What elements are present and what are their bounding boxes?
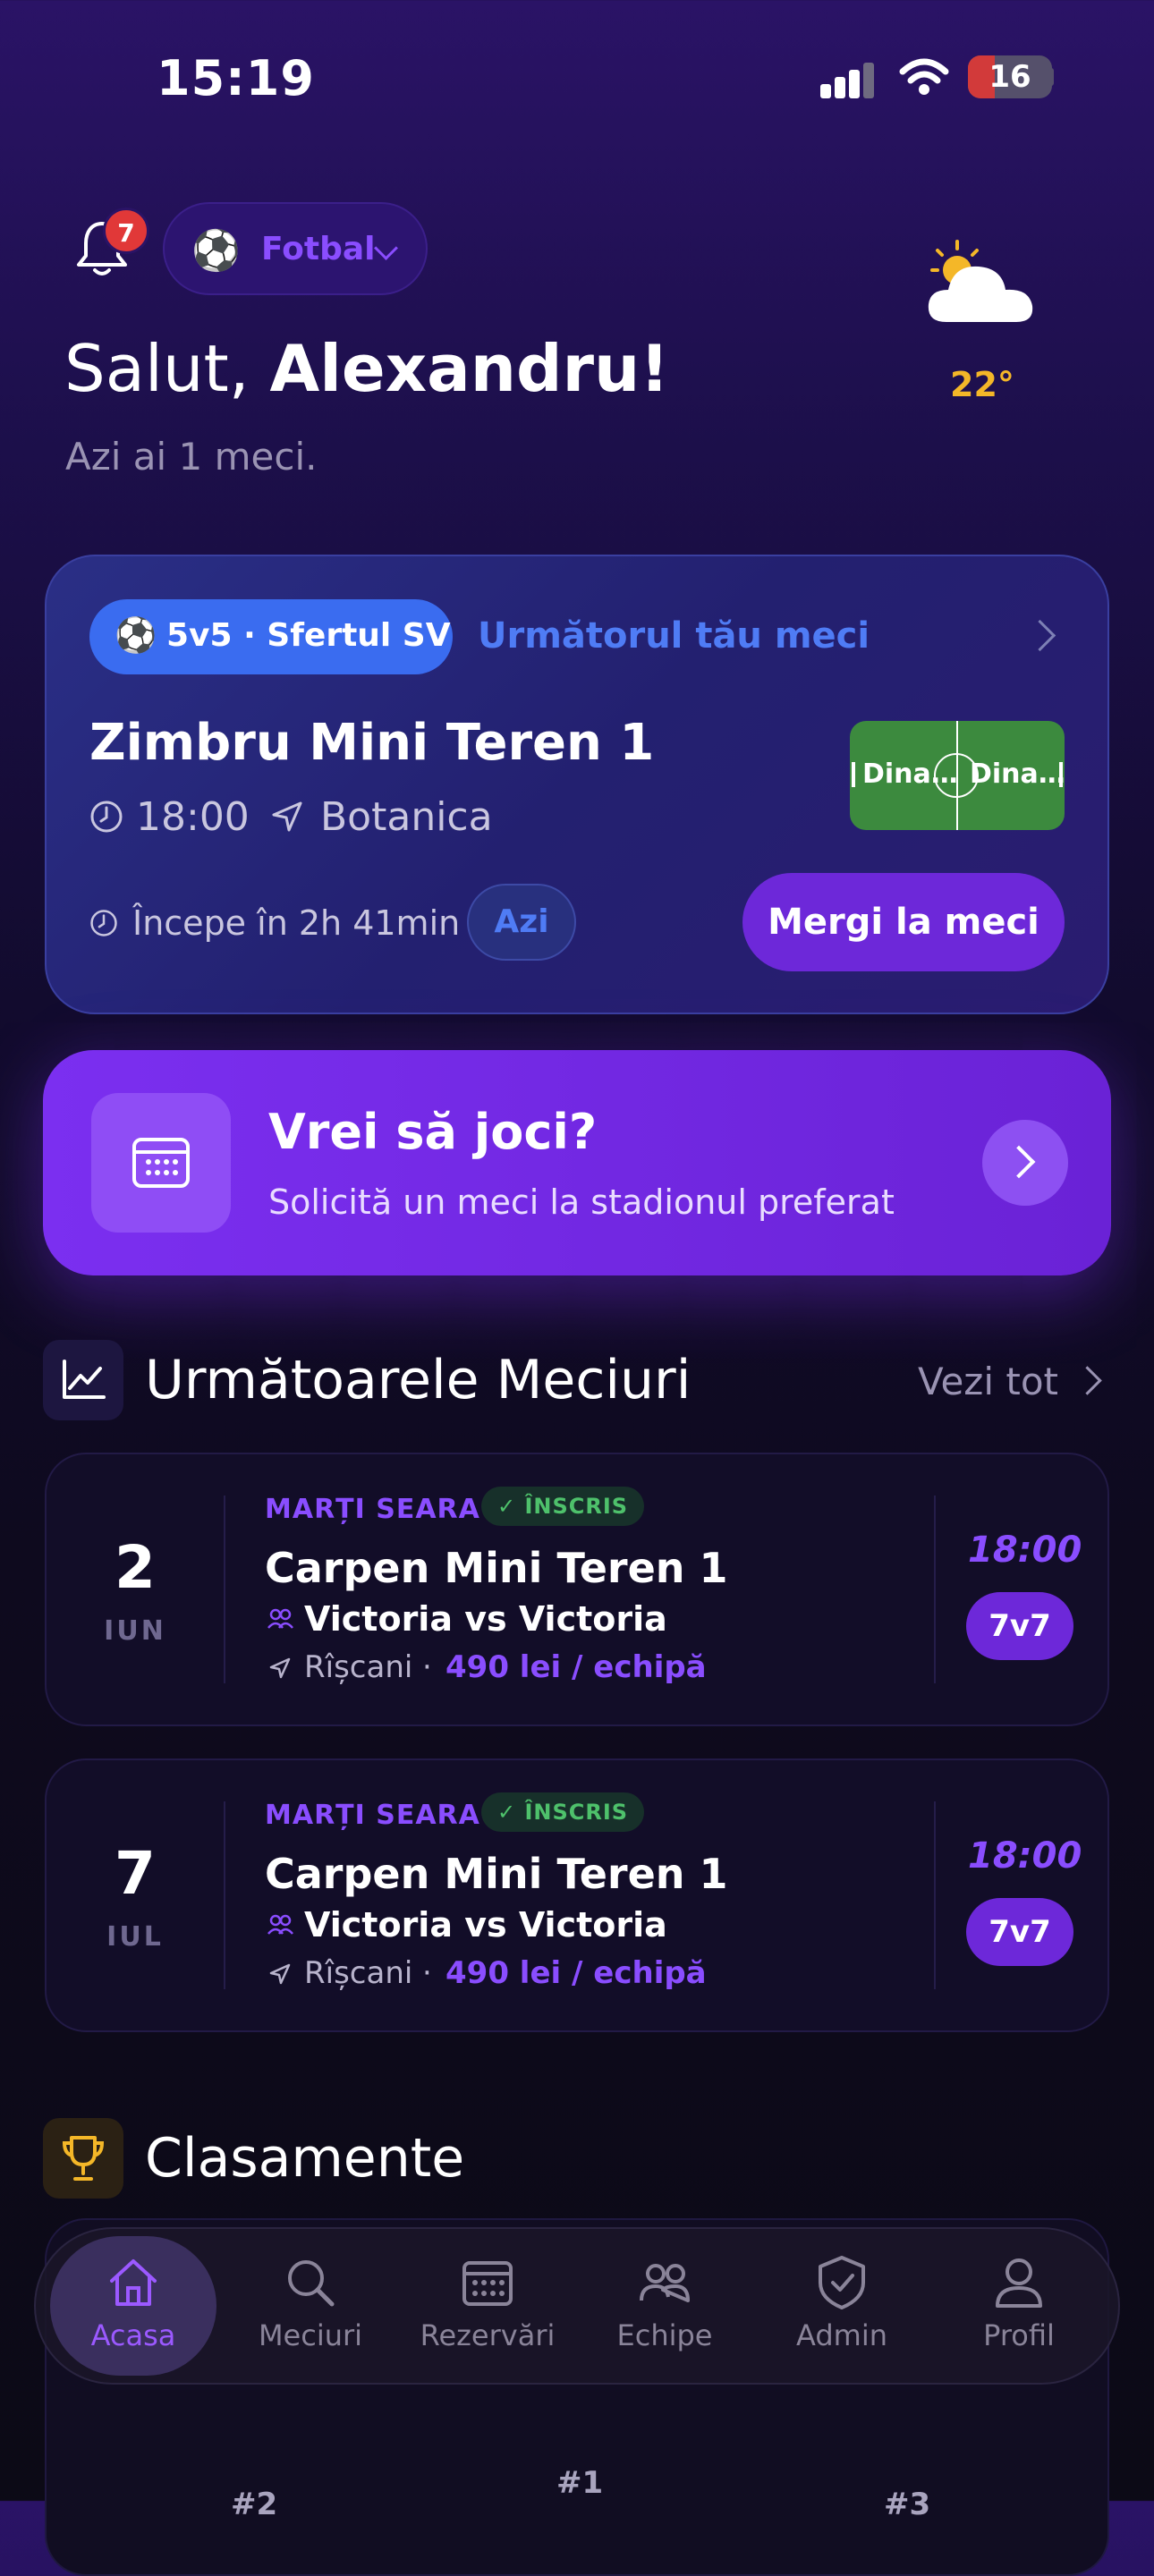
greeting-prefix: Salut, [64,331,270,406]
user-icon [996,2258,1042,2308]
match-location: Rîșcani [304,1649,413,1685]
tab-label: Acasa [90,2318,176,2352]
location-arrow-icon [272,801,302,832]
people-icon [267,1608,293,1629]
match-day: 7 [115,1839,156,1908]
rank-label: #2 [231,2487,278,2522]
rank-label: #1 [556,2465,604,2501]
soccer-ball-icon: ⚽ [191,228,241,274]
next-match-time: 18:00 [136,794,250,840]
match-hour: 18:00 [968,1835,1082,1877]
match-format-badge: 7v7 [966,1592,1073,1660]
sport-label: Fotbal [261,231,376,267]
tab-matches[interactable]: Meciuri [227,2236,394,2376]
soccer-ball-icon: ⚽ [115,615,157,655]
match-card[interactable]: 2 IUN MARȚI SEARA ✓ ÎNSCRIS Carpen Mini … [45,1453,1109,1726]
calendar-icon [462,2261,513,2306]
go-to-match-button[interactable]: Mergi la meci [742,873,1065,971]
tab-home[interactable]: Acasa [50,2236,216,2376]
location-arrow-icon [269,1963,291,1985]
greeting-subtitle: Azi ai 1 meci. [65,435,318,479]
match-format-badge: 7v7 [966,1898,1073,1966]
match-price: 490 lei / echipă [445,1955,707,1991]
notification-badge: 7 [103,208,149,254]
match-venue: Carpen Mini Teren 1 [265,1544,728,1592]
team-right: Dina… [970,758,1065,790]
wifi-icon [899,58,949,95]
registered-badge: ✓ ÎNSCRIS [481,1487,645,1526]
today-badge: Azi [467,884,576,961]
match-card[interactable]: 7 IUL MARȚI SEARA ✓ ÎNSCRIS Carpen Mini … [45,1758,1109,2032]
chevron-down-icon [374,236,398,260]
match-venue: Carpen Mini Teren 1 [265,1850,728,1898]
match-when: MARȚI SEARA [265,1800,480,1831]
clock-icon [90,910,117,936]
tab-teams[interactable]: Echipe [581,2236,748,2376]
chevron-right-icon[interactable] [1073,1366,1102,1395]
tab-label: Admin [796,2318,887,2352]
calendar-icon [132,1138,190,1188]
next-match-label: Următorul tău meci [478,615,870,657]
next-match-venue: Zimbru Mini Teren 1 [89,714,655,772]
location-arrow-icon [269,1657,291,1679]
shield-icon [819,2256,865,2309]
section-icon-box [43,2118,123,2199]
match-month: IUN [104,1615,166,1647]
match-month: IUL [106,1921,164,1953]
match-type-label: 5v5 · Sfertul SV [166,617,451,654]
match-day: 2 [115,1533,156,1602]
cta-title: Vrei să joci? [268,1104,598,1160]
match-type-pill: ⚽ 5v5 · Sfertul SV [89,599,453,674]
tab-label: Meciuri [258,2318,363,2352]
greeting-name: Alexandru! [269,331,670,406]
home-icon [110,2259,157,2306]
rank-label: #3 [884,2487,931,2522]
tab-label: Echipe [616,2318,713,2352]
tab-label: Profil [983,2318,1055,2352]
match-hour: 18:00 [968,1530,1082,1571]
match-price: 490 lei / echipă [445,1649,707,1685]
trophy-icon [62,2136,105,2181]
pitch-thumbnail: Dina… Dina… [850,721,1065,830]
team-left: Dina… [862,758,958,790]
search-icon [288,2260,335,2307]
tab-admin[interactable]: Admin [759,2236,925,2376]
battery-level: 16 [989,59,1031,95]
cta-arrow-button[interactable] [982,1120,1068,1206]
battery-indicator: 16 [968,55,1052,98]
partly-cloudy-icon [928,240,1033,322]
battery-cap [1048,68,1054,86]
standings-title: Clasamente [145,2127,465,2190]
registered-badge: ✓ ÎNSCRIS [481,1792,645,1832]
next-match-location: Botanica [320,794,493,840]
match-when: MARȚI SEARA [265,1494,480,1525]
match-teams: Victoria vs Victoria [304,1599,667,1639]
match-teams: Victoria vs Victoria [304,1905,667,1945]
cta-subtitle: Solicită un meci la stadionul preferat [268,1182,895,1222]
see-all-link[interactable]: Vezi tot [918,1360,1058,1403]
separator-dot: · [422,1649,432,1685]
people-icon [267,1914,293,1935]
greeting: Salut, Alexandru! [64,331,669,406]
status-time: 15:19 [157,50,315,106]
team-icon [640,2264,690,2302]
sport-selector[interactable]: ⚽ Fotbal [163,202,428,295]
match-location: Rîșcani [304,1955,413,1991]
section-icon-box [43,1340,123,1420]
tab-bookings[interactable]: Rezervări [404,2236,571,2376]
chevron-right-icon [1002,1145,1036,1179]
tab-label: Rezervări [420,2318,556,2352]
trending-chart-icon [63,1360,106,1399]
cellular-signal-icon [820,63,874,98]
starts-in: Începe în 2h 41min [132,903,461,943]
tab-profile[interactable]: Profil [936,2236,1102,2376]
clock-icon [90,801,123,833]
separator-dot: · [422,1955,432,1991]
upcoming-title: Următoarele Meciuri [145,1349,692,1411]
temperature: 22° [950,365,1014,404]
